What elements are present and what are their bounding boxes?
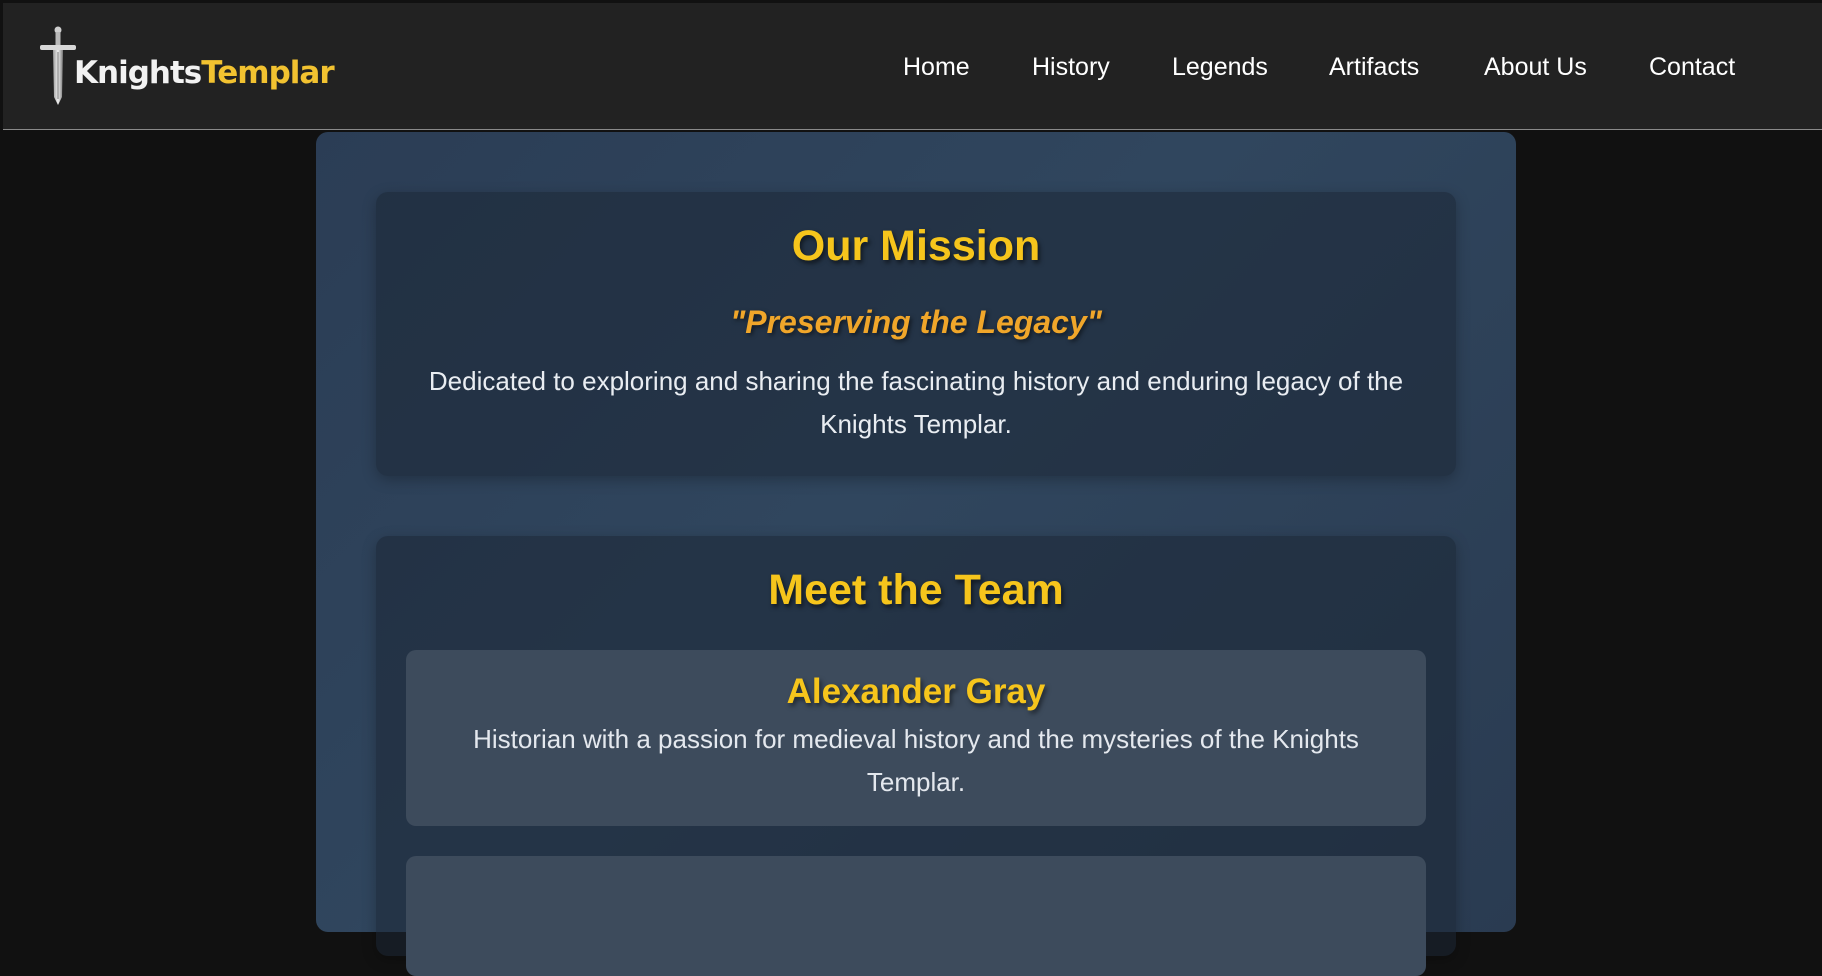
mission-title: Our Mission — [791, 222, 1041, 270]
team-member-card: Alexander Gray Historian with a passion … — [406, 650, 1426, 826]
top-navbar: KnightsTemplar Home History Legends Arti… — [3, 3, 1822, 130]
mission-description: Dedicated to exploring and sharing the f… — [428, 366, 1404, 439]
team-title: Meet the Team — [768, 566, 1064, 614]
mission-quote: "Preserving the Legacy" — [730, 304, 1102, 340]
nav-artifacts[interactable]: Artifacts — [1329, 53, 1419, 82]
team-member-card-partial — [406, 856, 1426, 976]
nav-home[interactable]: Home — [903, 53, 970, 82]
nav-legends[interactable]: Legends — [1172, 53, 1268, 82]
team-member-name: Alexander Gray — [786, 672, 1046, 711]
about-content-panel: Our Mission "Preserving the Legacy" Dedi… — [316, 132, 1516, 976]
mission-section: Our Mission "Preserving the Legacy" Dedi… — [376, 192, 1456, 476]
main-nav: Home History Legends Artifacts About Us … — [3, 53, 1822, 93]
nav-history[interactable]: History — [1032, 53, 1110, 82]
nav-about-us[interactable]: About Us — [1484, 53, 1587, 82]
nav-contact[interactable]: Contact — [1649, 53, 1735, 82]
team-section: Meet the Team Alexander Gray Historian w… — [376, 536, 1456, 976]
team-member-bio: Historian with a passion for medieval hi… — [473, 724, 1359, 797]
